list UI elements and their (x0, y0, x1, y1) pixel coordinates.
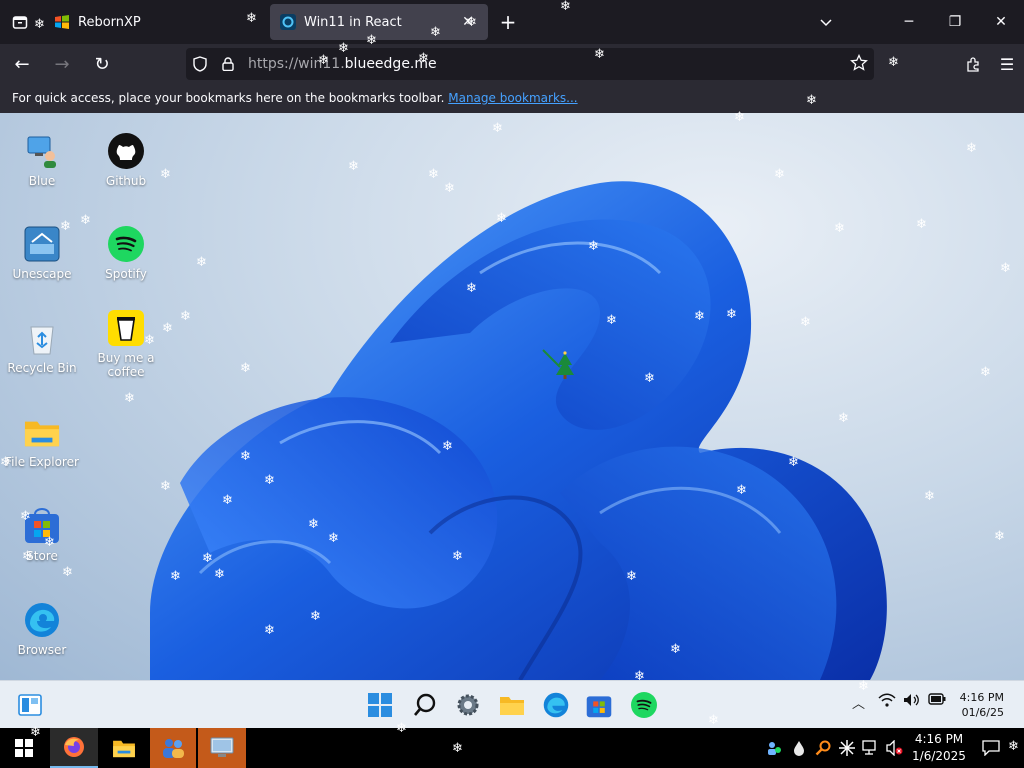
desktop-icon-label: Buy me a coffee (97, 351, 155, 379)
windows-xp-icon (54, 14, 70, 30)
unescape-icon (24, 226, 60, 262)
close-tab-icon[interactable]: ✕ (458, 14, 478, 30)
desktop-icon-label: Recycle Bin (7, 361, 77, 375)
tab-title: RebornXP (78, 14, 141, 30)
restore-icon[interactable]: ❐ (932, 0, 978, 44)
recycle-bin-icon (24, 320, 60, 356)
desktop-icon-label: Spotify (105, 267, 147, 281)
window-controls: ─ ❐ ✕ (886, 0, 1024, 44)
desktop-icon-store[interactable]: Store (0, 508, 84, 563)
search-icon[interactable] (409, 689, 441, 721)
forward-icon[interactable]: → (44, 48, 80, 80)
w11-date: 01/6/25 (961, 706, 1004, 719)
desktop-icon-file-explorer[interactable]: File Explorer (0, 414, 84, 469)
tab-strip: RebornXP Win11 in React ✕ + ─ ❐ ✕ (0, 0, 1024, 44)
w11-clock[interactable]: 4:16 PM 01/6/25 (960, 690, 1004, 720)
coffee-icon (108, 310, 144, 346)
back-icon[interactable]: ← (4, 48, 40, 80)
desktop-icon-label: File Explorer (5, 455, 79, 469)
lock-icon[interactable] (214, 57, 242, 71)
minimize-icon[interactable]: ─ (886, 0, 932, 44)
wifi-icon[interactable] (878, 693, 896, 711)
christmas-tree-icon (542, 349, 574, 379)
desktop-icon-label: Store (26, 549, 58, 563)
desktop-icon-blue[interactable]: Blue (0, 133, 84, 188)
volume-muted-icon[interactable] (884, 728, 906, 768)
tab-win11-in-react[interactable]: Win11 in React ✕ (270, 4, 488, 40)
desktop-icon-buy-me-a-coffee[interactable]: Buy me a coffee (84, 310, 168, 379)
reload-icon[interactable]: ↻ (84, 48, 120, 80)
store-icon (24, 508, 60, 544)
host-date: 1/6/2025 (912, 749, 966, 763)
tab-rebornxp[interactable]: RebornXP (44, 4, 266, 40)
bookmarks-toolbar: For quick access, place your bookmarks h… (0, 84, 1024, 113)
user-pc-icon (24, 133, 60, 169)
store-icon[interactable] (583, 689, 615, 721)
file-explorer-icon[interactable] (100, 728, 148, 768)
brightness-icon[interactable] (836, 728, 858, 768)
menu-icon[interactable]: ☰ (990, 44, 1024, 84)
desktop-icon-github[interactable]: Github (84, 133, 168, 188)
folder-icon (24, 414, 60, 450)
people-app-icon[interactable] (150, 728, 196, 768)
manage-bookmarks-link[interactable]: Manage bookmarks... (448, 91, 577, 105)
desktop-icon-label: Unescape (12, 267, 72, 281)
desktop-icon-browser[interactable]: Browser (0, 602, 84, 657)
toolbar-right: ☰ (956, 44, 1024, 84)
edge-icon (24, 602, 60, 638)
chevron-up-icon[interactable]: ︿ (852, 693, 865, 712)
desktop-icon-recycle-bin[interactable]: Recycle Bin (0, 320, 84, 375)
close-window-icon[interactable]: ✕ (978, 0, 1024, 44)
bloom-wallpaper (150, 181, 887, 680)
widgets-icon[interactable] (14, 689, 46, 721)
remote-desktop-icon[interactable] (198, 728, 246, 768)
windows-start-icon[interactable] (0, 728, 48, 768)
bookmark-star-icon[interactable] (850, 53, 868, 76)
w11-time: 4:16 PM (959, 691, 1004, 704)
url-text: https://win11.blueedge.me (248, 56, 437, 72)
firefox-icon[interactable] (50, 728, 98, 768)
win11-taskbar: ︿ 4:16 PM 01/6/25 (0, 680, 1024, 728)
win11-desktop: Blue Github Unescape Spotify Recycle Bin (0, 113, 1024, 680)
desktop-icon-label: Github (105, 174, 147, 188)
chevron-down-icon[interactable] (806, 0, 846, 44)
notification-icon[interactable] (976, 728, 1006, 768)
url-bar[interactable]: https://win11.blueedge.me (186, 48, 874, 80)
host-taskbar: 4:16 PM 1/6/2025 (0, 728, 1024, 768)
desktop-icon-spotify[interactable]: Spotify (84, 226, 168, 281)
settings-gear-icon[interactable] (452, 689, 484, 721)
browser-window: RebornXP Win11 in React ✕ + ─ ❐ ✕ ← → ↻ (0, 0, 1024, 728)
volume-icon[interactable] (903, 693, 921, 711)
battery-icon[interactable] (928, 693, 946, 709)
tray-app-icon[interactable] (762, 728, 786, 768)
win11-react-icon (280, 14, 296, 30)
firefox-view-icon[interactable] (0, 0, 40, 44)
bookmarks-hint: For quick access, place your bookmarks h… (12, 91, 445, 105)
start-icon[interactable] (364, 689, 396, 721)
droplet-icon[interactable] (788, 728, 810, 768)
search-tray-icon[interactable] (812, 728, 834, 768)
new-tab-button[interactable]: + (488, 4, 528, 40)
host-clock[interactable]: 4:16 PM 1/6/2025 (908, 731, 970, 765)
file-explorer-icon[interactable] (496, 689, 528, 721)
spotify-icon[interactable] (628, 689, 660, 721)
edge-icon[interactable] (540, 689, 572, 721)
network-icon[interactable] (860, 728, 882, 768)
github-icon (108, 133, 144, 169)
host-time: 4:16 PM (914, 732, 964, 746)
desktop-icon-label: Blue (28, 174, 56, 188)
spotify-icon (108, 226, 144, 262)
navigation-toolbar: ← → ↻ https://win11.blueedge.me ☰ (0, 44, 1024, 84)
desktop-icon-label: Browser (17, 643, 67, 657)
desktop-icon-unescape[interactable]: Unescape (0, 226, 84, 281)
tab-title: Win11 in React (304, 14, 402, 30)
extensions-icon[interactable] (956, 44, 990, 84)
shield-icon[interactable] (186, 56, 214, 72)
